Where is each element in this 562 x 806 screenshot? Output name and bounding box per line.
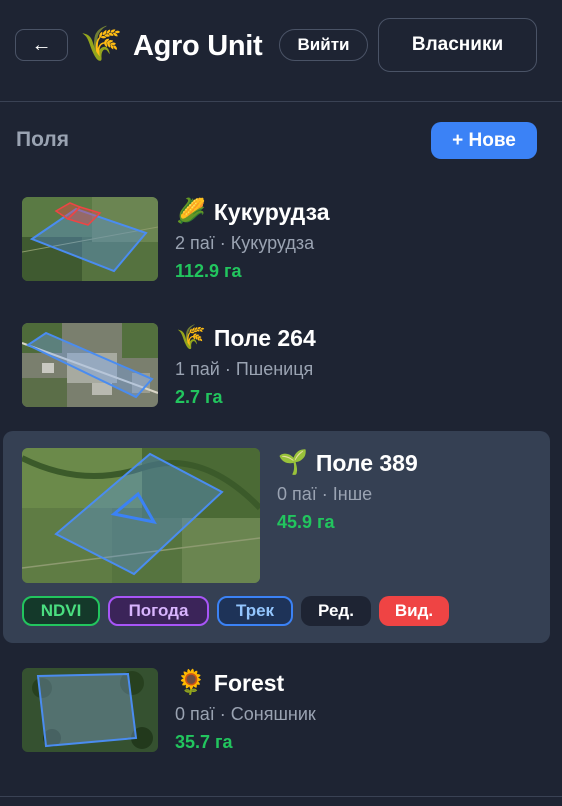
field-card[interactable]: 🌻 Forest 0 паї · Соняшник 35.7 га	[3, 657, 550, 767]
section-title: Поля	[16, 128, 69, 151]
field-actions: NDVI Погода Трек Ред. Вид.	[22, 596, 449, 626]
field-title: 🌾 Поле 264	[176, 324, 316, 352]
ndvi-button[interactable]: NDVI	[22, 596, 100, 626]
app-title: Agro Unit	[133, 30, 263, 62]
new-field-button[interactable]: + Нове	[431, 122, 537, 159]
field-map-thumbnail	[22, 668, 158, 752]
back-button[interactable]: ←	[15, 29, 68, 61]
bottom-divider	[0, 796, 562, 797]
field-title: 🌻 Forest	[176, 669, 284, 697]
wheat-icon: 🌾	[176, 324, 206, 351]
sunflower-icon: 🌻	[176, 669, 206, 696]
field-map-thumbnail	[22, 323, 158, 407]
field-card[interactable]: 🌾 Поле 264 1 пай · Пшениця 2.7 га	[3, 312, 550, 422]
edit-button[interactable]: Ред.	[301, 596, 371, 626]
field-meta: 0 паї · Інше	[277, 484, 373, 504]
weather-button[interactable]: Погода	[108, 596, 209, 626]
field-area: 35.7 га	[175, 732, 233, 752]
field-name: Поле 389	[315, 450, 418, 476]
track-button[interactable]: Трек	[217, 596, 293, 626]
field-map-thumbnail	[22, 448, 260, 583]
field-card[interactable]: 🌽 Кукурудза 2 паї · Кукурудза 112.9 га	[3, 186, 550, 296]
field-meta: 0 паї · Соняшник	[175, 704, 316, 724]
logout-button[interactable]: Вийти	[279, 29, 368, 61]
field-name: Forest	[213, 670, 285, 696]
field-meta: 2 паї · Кукурудза	[175, 233, 315, 253]
wheat-logo-icon: 🌾	[80, 25, 123, 63]
owners-button[interactable]: Власники	[378, 18, 537, 72]
field-title: 🌽 Кукурудза	[176, 198, 330, 226]
app-header: ← 🌾 Agro Unit Вийти Власники	[0, 0, 562, 102]
field-area: 45.9 га	[277, 512, 335, 532]
field-area: 2.7 га	[175, 387, 223, 407]
field-card-selected[interactable]: 🌱 Поле 389 0 паї · Інше 45.9 га NDVI Пог…	[3, 431, 550, 643]
field-name: Кукурудза	[213, 199, 330, 225]
field-title: 🌱 Поле 389	[278, 449, 418, 477]
sprout-icon: 🌱	[278, 449, 308, 476]
delete-button[interactable]: Вид.	[379, 596, 449, 626]
field-map-thumbnail	[22, 197, 158, 281]
field-name: Поле 264	[213, 325, 316, 351]
field-area: 112.9 га	[175, 261, 242, 281]
back-arrow-icon: ←	[31, 33, 52, 56]
corn-icon: 🌽	[176, 198, 206, 225]
field-meta: 1 пай · Пшениця	[175, 359, 314, 379]
